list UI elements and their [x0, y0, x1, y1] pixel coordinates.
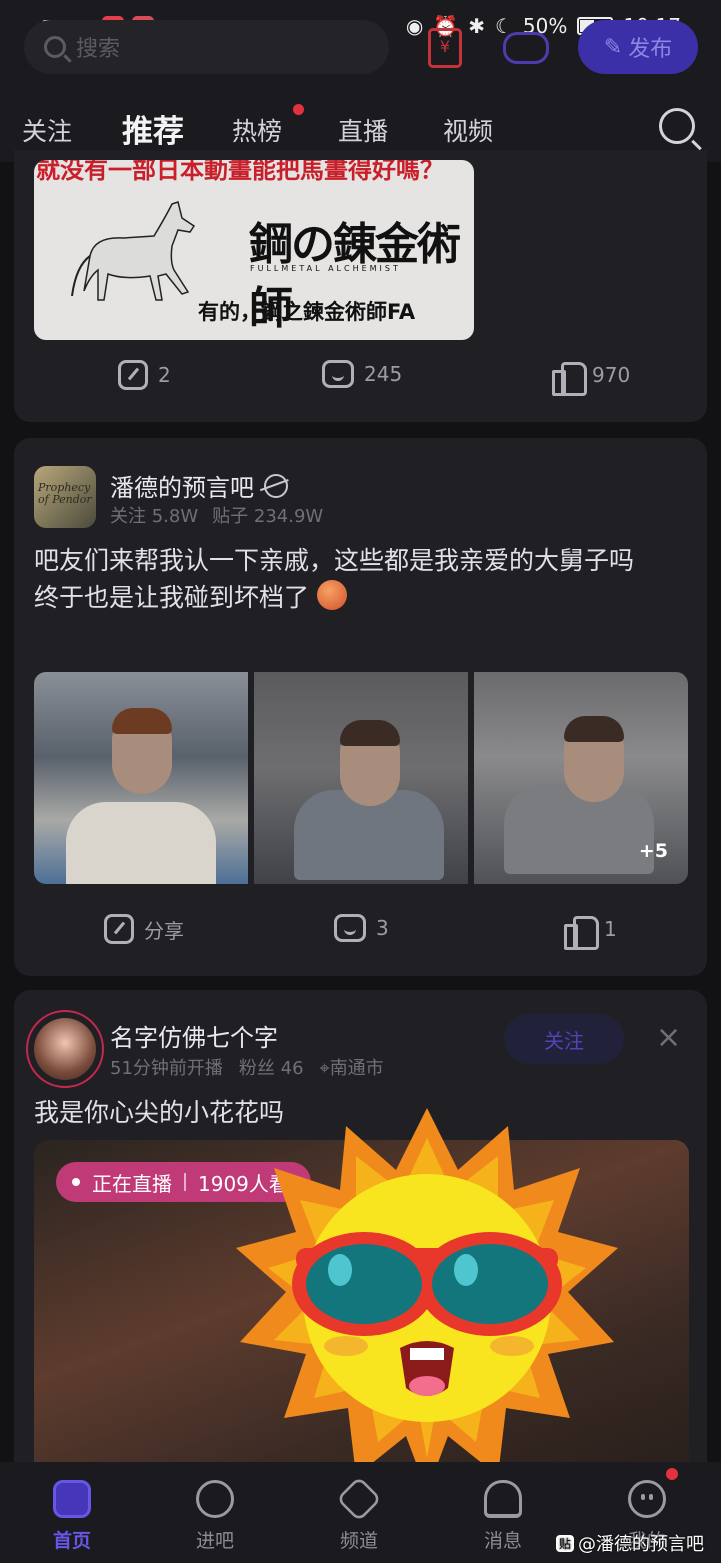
- comment-count: 3: [376, 916, 389, 940]
- like-button[interactable]: 1: [564, 914, 617, 950]
- emoji-icon: [316, 580, 347, 610]
- like-count: 1: [604, 917, 617, 941]
- nav-forums[interactable]: 进吧: [165, 1462, 265, 1563]
- profile-notification-dot: [666, 1468, 678, 1480]
- meme-subtitle: FULLMETAL ALCHEMIST: [250, 264, 401, 273]
- share-label: 分享: [144, 918, 184, 943]
- pencil-icon: ✎: [603, 34, 623, 60]
- live-start-time: 51分钟前开播: [110, 1058, 223, 1079]
- tab-live[interactable]: 直播: [338, 112, 388, 148]
- share-icon: [104, 914, 134, 944]
- watermark: 贴 @潘德的预言吧: [556, 1530, 704, 1556]
- nav-channels[interactable]: 频道: [309, 1462, 409, 1563]
- share-button[interactable]: 分享: [104, 914, 184, 944]
- hot-notification-dot: [293, 104, 304, 115]
- planet-icon: [196, 1480, 234, 1518]
- nav-home-label: 首页: [52, 1530, 91, 1552]
- nav-home[interactable]: 首页: [22, 1462, 122, 1563]
- post-text-line2: 终于也是让我碰到坏档了: [34, 583, 310, 612]
- bell-icon: [484, 1480, 522, 1518]
- tieba-badge: 贴: [556, 1534, 575, 1552]
- forum-avatar-text: Prophecy of Pendor: [38, 481, 92, 506]
- like-count: 970: [592, 363, 631, 387]
- share-count: 2: [158, 363, 171, 387]
- eye-icon: ◉: [405, 14, 424, 38]
- post-text[interactable]: 吧友们来帮我认一下亲戚，这些都是我亲爱的大舅子吗 终于也是让我碰到坏档了: [34, 542, 694, 616]
- publish-button[interactable]: ✎ 发布: [578, 20, 698, 74]
- home-icon: [53, 1480, 91, 1518]
- post-actions: 2 245 970: [14, 360, 707, 410]
- streamer-name[interactable]: 名字仿佛七个字: [110, 1018, 278, 1053]
- tab-search-icon[interactable]: [659, 108, 695, 144]
- like-button[interactable]: 970: [552, 360, 631, 396]
- search-bar[interactable]: 搜索: [24, 20, 389, 74]
- close-icon[interactable]: ×: [656, 1020, 681, 1055]
- horse-illustration: [71, 201, 196, 301]
- comment-icon: [334, 914, 366, 942]
- location: ⌖南通市: [320, 1054, 384, 1080]
- game-controller-icon[interactable]: [503, 32, 549, 64]
- nav-messages[interactable]: 消息: [453, 1462, 553, 1563]
- comment-icon: [322, 360, 354, 388]
- search-placeholder: 搜索: [76, 37, 121, 62]
- post-actions: 分享 3 1: [14, 914, 707, 964]
- forum-followers: 关注 5.8W: [110, 506, 199, 527]
- tab-video[interactable]: 视频: [443, 112, 493, 148]
- sun-sunglasses-sticker[interactable]: [236, 1108, 618, 1492]
- more-images-count: +5: [638, 840, 668, 862]
- bluetooth-icon: ✱: [468, 14, 485, 38]
- profile-icon: [628, 1480, 666, 1518]
- nav-forums-label: 进吧: [195, 1530, 234, 1552]
- streamer-avatar[interactable]: [26, 1010, 104, 1088]
- forum-name-row[interactable]: 潘德的预言吧: [110, 468, 288, 503]
- comment-button[interactable]: 3: [334, 914, 389, 942]
- live-dot-icon: [72, 1178, 80, 1186]
- compass-icon: [336, 1476, 382, 1522]
- post-image[interactable]: 就没有一部日本動畫能把馬畫得好嗎？ 鋼の錬金術師 FULLMETAL ALCHE…: [34, 160, 474, 340]
- search-icon: [44, 36, 66, 58]
- planet-icon: [264, 473, 288, 498]
- nav-channels-label: 频道: [339, 1530, 378, 1552]
- follow-button[interactable]: 关注: [504, 1014, 624, 1064]
- app-screen: HD 4G ◉ ⏰ ✱ ☾ 50% 10:17 搜索 ¥ ✎ 发布: [0, 0, 721, 1563]
- post-card[interactable]: Prophecy of Pendor 潘德的预言吧 关注 5.8W 贴子 234…: [14, 438, 707, 976]
- comment-count: 245: [364, 362, 403, 386]
- forum-name: 潘德的预言吧: [110, 474, 254, 502]
- share-button[interactable]: 2: [118, 360, 171, 390]
- thumbs-up-icon: [564, 914, 599, 950]
- tab-recommended[interactable]: 推荐: [122, 106, 184, 151]
- forum-avatar[interactable]: Prophecy of Pendor: [34, 466, 96, 528]
- share-icon: [118, 360, 148, 390]
- tab-following[interactable]: 关注: [22, 112, 72, 148]
- post-photo[interactable]: [34, 672, 248, 884]
- top-bar: HD 4G ◉ ⏰ ✱ ☾ 50% 10:17 搜索 ¥ ✎ 发布: [0, 0, 721, 100]
- forum-posts: 贴子 234.9W: [212, 506, 324, 527]
- thumbs-up-icon: [552, 360, 587, 396]
- forum-stats: 关注 5.8W 贴子 234.9W: [110, 502, 323, 528]
- nav-messages-label: 消息: [483, 1530, 522, 1552]
- streamer-fans: 粉丝 46: [238, 1058, 304, 1079]
- wallet-icon[interactable]: ¥: [428, 28, 462, 68]
- tab-hot[interactable]: 热榜: [232, 112, 282, 148]
- watermark-text: @潘德的预言吧: [578, 1534, 705, 1555]
- live-status: 正在直播: [92, 1171, 172, 1196]
- publish-label: 发布: [628, 37, 673, 62]
- location-label: 南通市: [329, 1058, 384, 1079]
- meme-top-text: 就没有一部日本動畫能把馬畫得好嗎？: [36, 160, 444, 184]
- post-photo[interactable]: +5: [474, 672, 688, 884]
- post-text-line1: 吧友们来帮我认一下亲戚，这些都是我亲爱的大舅子吗: [34, 546, 635, 575]
- post-card[interactable]: 就没有一部日本動畫能把馬畫得好嗎？ 鋼の錬金術師 FULLMETAL ALCHE…: [14, 150, 707, 422]
- comment-button[interactable]: 245: [322, 360, 402, 388]
- location-pin-icon: ⌖: [319, 1058, 330, 1079]
- post-photo[interactable]: [254, 672, 468, 884]
- live-meta: 51分钟前开播 粉丝 46 ⌖南通市: [110, 1054, 384, 1080]
- meme-caption: 有的，鋼之鍊金術師FA: [198, 300, 416, 324]
